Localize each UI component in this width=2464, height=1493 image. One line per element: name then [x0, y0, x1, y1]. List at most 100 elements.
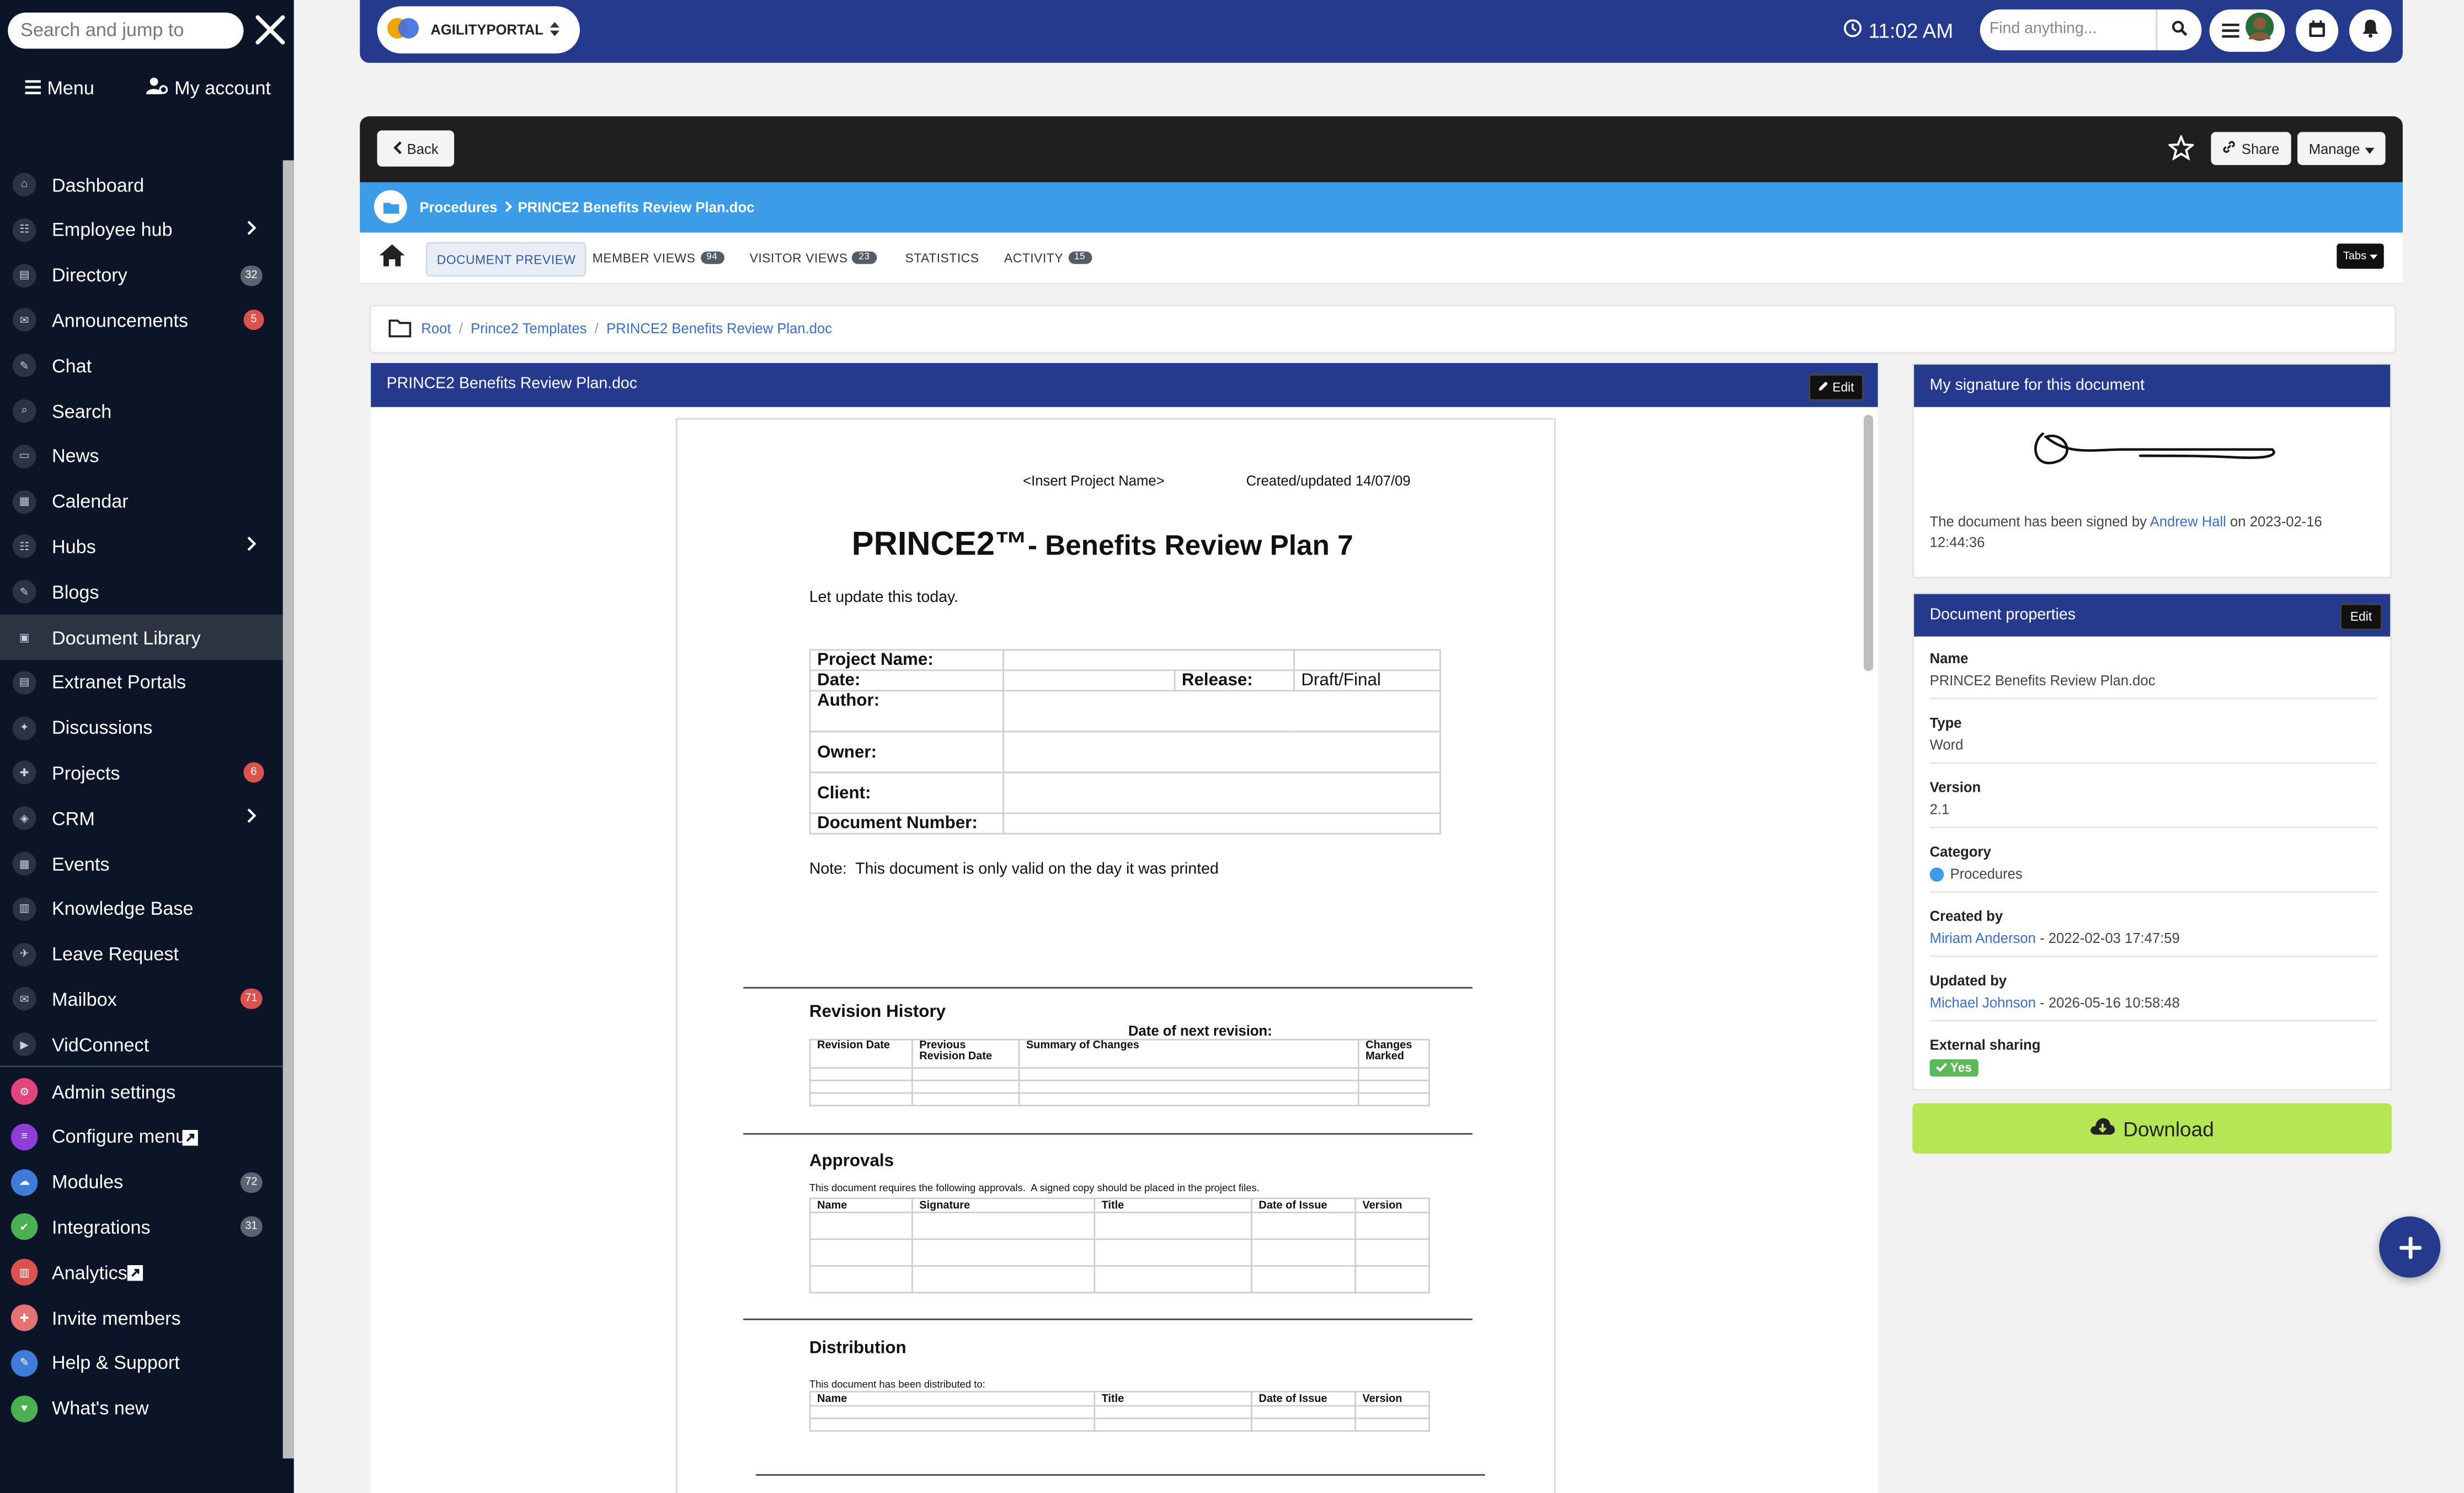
calendar-button[interactable] [2296, 9, 2339, 52]
sidebar-item-announcements[interactable]: ✉ Announcements 5 [0, 297, 283, 343]
edit-label: Edit [1832, 379, 1854, 394]
doc-header-project: <Insert Project Name> [1023, 473, 1165, 489]
sidebar-item-label: Directory [51, 264, 127, 286]
sidebar-item-crm[interactable]: ◈ CRM [0, 796, 283, 841]
document-library-icon: ▣ [12, 625, 36, 649]
sidebar-item-directory[interactable]: ▤ Directory 32 [0, 252, 283, 298]
sidebar-item-document-library[interactable]: ▣ Document Library [0, 614, 283, 660]
global-search-input[interactable]: Find anything... [1980, 9, 2156, 51]
sidebar-item-employee-hub[interactable]: ☷ Employee hub [0, 207, 283, 253]
sidebar-scrollbar[interactable] [282, 160, 294, 1459]
category-link[interactable]: Procedures [419, 200, 497, 215]
close-icon[interactable] [254, 13, 286, 47]
my-account-button[interactable]: My account [146, 77, 271, 99]
sidebar-item-configure-menu[interactable]: ≡ Configure menu [0, 1114, 283, 1160]
distribution-table: Name Title Date of Issue Version [809, 1390, 1430, 1432]
sidebar-item-help-support[interactable]: ✎ Help & Support [0, 1340, 283, 1386]
sidebar-search-input[interactable]: Search and jump to [8, 12, 244, 49]
project-info-table: Project Name: Date: Release: Draft/Final A… [809, 649, 1441, 835]
table-header: Changes Marked [1357, 1038, 1430, 1069]
sharing-badge: Yes [1929, 1059, 1978, 1077]
search-button[interactable] [2156, 9, 2202, 51]
integrations-icon: ✔ [10, 1214, 38, 1241]
table-header: Title [1094, 1390, 1253, 1407]
field-label: Date: [809, 669, 1005, 692]
sidebar: Search and jump to Menu My account ⌂ Dash… [0, 0, 294, 1493]
sidebar-item-modules[interactable]: ☁ Modules 72 [0, 1159, 283, 1205]
doc-intro: Let update this today. [809, 589, 959, 607]
manage-dropdown[interactable]: Manage [2297, 132, 2386, 166]
breadcrumb-file[interactable]: PRINCE2 Benefits Review Plan.doc [606, 321, 832, 336]
sidebar-item-extranet-portals[interactable]: ▤ Extranet Portals [0, 660, 283, 706]
document-page: <Insert Project Name> Created/updated 14… [675, 418, 1556, 1493]
sidebar-item-dashboard[interactable]: ⌂ Dashboard [0, 162, 283, 207]
tab-member-views[interactable]: MEMBER VIEWS 94 [593, 242, 724, 274]
prop-external-sharing: External sharing Yes [1929, 1037, 2378, 1077]
signature-panel-header: My signature for this document [1914, 364, 2391, 407]
notifications-button[interactable] [2349, 9, 2392, 52]
star-icon[interactable] [2167, 134, 2196, 168]
tab-visitor-views[interactable]: VISITOR VIEWS 23 [750, 242, 877, 274]
sidebar-item-integrations[interactable]: ✔ Integrations 31 [0, 1204, 283, 1250]
share-button[interactable]: Share [2211, 132, 2291, 166]
sidebar-item-what-s-new[interactable]: ♥ What's new [0, 1385, 283, 1431]
sidebar-item-events[interactable]: ▦ Events [0, 841, 283, 887]
prop-label: Created by [1929, 908, 2003, 924]
add-fab-button[interactable] [2379, 1216, 2441, 1278]
tab-statistics[interactable]: STATISTICS [905, 242, 979, 274]
tab-activity[interactable]: ACTIVITY 15 [1004, 242, 1092, 274]
signature-image [2030, 421, 2282, 479]
download-button[interactable]: Download [1912, 1103, 2392, 1154]
sidebar-item-mailbox[interactable]: ✉ Mailbox 71 [0, 977, 283, 1022]
home-icon[interactable] [378, 244, 405, 275]
count-badge: 32 [240, 265, 263, 286]
sidebar-item-blogs[interactable]: ✎ Blogs [0, 569, 283, 615]
avatar [2244, 12, 2273, 49]
crm-icon: ◈ [12, 806, 36, 830]
breadcrumb-root[interactable]: Root [421, 321, 451, 336]
sidebar-item-news[interactable]: ▭ News [0, 434, 283, 479]
sidebar-item-invite-members[interactable]: ✚ Invite members [0, 1295, 283, 1341]
updated-date: - 2026-05-16 10:58:48 [2040, 995, 2180, 1011]
table-header: Version [1354, 1390, 1430, 1407]
search-icon: ⌕ [12, 399, 36, 423]
app-root: Search and jump to Menu My account ⌂ Dash… [0, 0, 2464, 1493]
sidebar-item-vidconnect[interactable]: ▶ VidConnect [0, 1022, 283, 1068]
document-scrollbar[interactable] [1863, 414, 1874, 671]
announcements-icon: ✉ [12, 308, 36, 333]
user-menu[interactable] [2209, 9, 2285, 52]
doc-header-created: Created/updated 14/07/09 [1246, 473, 1411, 489]
plus-icon [2398, 1225, 2422, 1269]
sidebar-item-leave-request[interactable]: ✈ Leave Request [0, 931, 283, 977]
back-button[interactable]: Back [377, 130, 455, 167]
sidebar-item-admin-settings[interactable]: ⚙ Admin settings [0, 1069, 283, 1115]
signer-link[interactable]: Andrew Hall [2150, 514, 2226, 529]
directory-icon: ▤ [12, 263, 36, 287]
breadcrumb-folder[interactable]: Prince2 Templates [471, 321, 586, 336]
sidebar-item-analytics[interactable]: ▥ Analytics [0, 1250, 283, 1295]
sidebar-item-projects[interactable]: ✚ Projects 6 [0, 750, 283, 796]
count-badge: 94 [700, 251, 724, 264]
sidebar-item-label: Modules [51, 1171, 124, 1193]
tabs-dropdown[interactable]: Tabs [2337, 243, 2384, 269]
creator-link[interactable]: Miriam Anderson [1930, 930, 2036, 946]
edit-properties-button[interactable]: Edit [2339, 603, 2382, 631]
prop-created-by: Created by Miriam Anderson - 2022-02-03 1… [1930, 908, 2378, 946]
chevron-right-icon [247, 536, 257, 557]
sidebar-item-knowledge-base[interactable]: ▥ Knowledge Base [0, 886, 283, 932]
sidebar-item-hubs[interactable]: ☷ Hubs [0, 524, 283, 570]
edit-document-button[interactable]: Edit [1809, 374, 1864, 401]
menu-button[interactable]: Menu [25, 77, 94, 99]
sidebar-item-discussions[interactable]: ✦ Discussions [0, 705, 283, 751]
sidebar-item-calendar[interactable]: ▦ Calendar [0, 479, 283, 525]
updater-link[interactable]: Michael Johnson [1930, 995, 2036, 1010]
sidebar-item-search[interactable]: ⌕ Search [0, 388, 283, 434]
document-header-bar: Back Share Manage [360, 116, 2403, 183]
signed-time: 12:44:36 [1929, 534, 1985, 550]
knowledge-base-icon: ▥ [12, 897, 36, 921]
brand-switcher[interactable]: AGILITYPORTAL [377, 6, 580, 54]
sidebar-item-chat[interactable]: ✎ Chat [0, 343, 283, 388]
sidebar-item-label: VidConnect [51, 1033, 150, 1056]
category-path: Procedures PRINCE2 Benefits Review Plan.… [419, 200, 754, 215]
tab-document-preview[interactable]: DOCUMENT PREVIEW [425, 242, 587, 277]
